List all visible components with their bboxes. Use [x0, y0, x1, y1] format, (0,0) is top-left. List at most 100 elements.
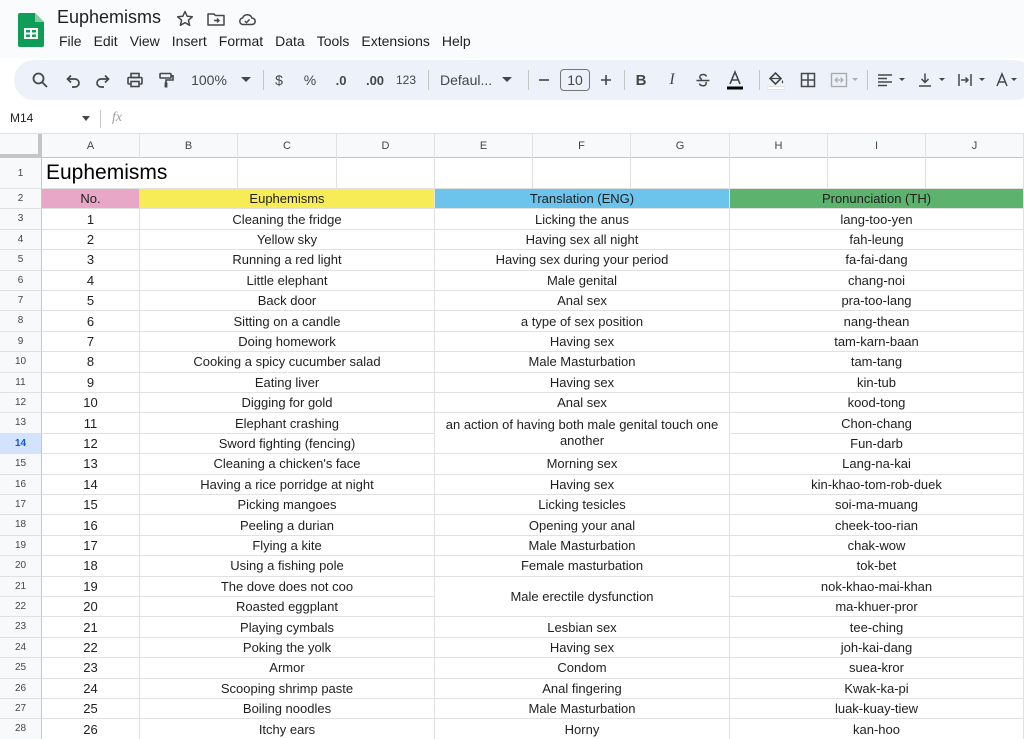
cell-pronunciation[interactable]: ma-khuer-pror: [730, 597, 1024, 618]
column-header-c[interactable]: C: [238, 134, 337, 158]
cell-euphemism[interactable]: Boiling noodles: [140, 699, 435, 720]
row-header-13[interactable]: 13: [0, 413, 42, 434]
column-header-e[interactable]: E: [435, 134, 533, 158]
row-header-25[interactable]: 25: [0, 658, 42, 679]
column-header-h[interactable]: H: [730, 134, 828, 158]
cell-translation[interactable]: Lesbian sex: [435, 617, 730, 638]
cell-pronunciation[interactable]: tee-ching: [730, 617, 1024, 638]
menu-file[interactable]: File: [57, 33, 88, 49]
menu-insert[interactable]: Insert: [166, 33, 213, 49]
cell-no[interactable]: 25: [42, 699, 140, 720]
cell-no[interactable]: 19: [42, 576, 140, 597]
cell-euphemism[interactable]: Cleaning the fridge: [140, 209, 435, 230]
currency-format-button[interactable]: $: [269, 60, 289, 100]
cell-euphemism[interactable]: The dove does not coo: [140, 576, 435, 597]
decrease-font-size-button[interactable]: [534, 60, 554, 100]
cell-translation[interactable]: Male Masturbation: [435, 699, 730, 720]
merge-cells-button[interactable]: [829, 60, 861, 100]
row-header-9[interactable]: 9: [0, 331, 42, 353]
cell-euphemism[interactable]: Cooking a spicy cucumber salad: [140, 352, 435, 373]
row-header-18[interactable]: 18: [0, 515, 42, 536]
cell-no[interactable]: 9: [42, 372, 140, 393]
undo-button[interactable]: [61, 60, 85, 100]
cell-no[interactable]: 21: [42, 617, 140, 638]
menu-help[interactable]: Help: [436, 33, 477, 49]
star-icon[interactable]: [175, 9, 195, 29]
cell-translation[interactable]: Having sex: [435, 331, 730, 353]
font-family-select[interactable]: Defaul...: [434, 60, 522, 100]
cell-pronunciation[interactable]: fa-fai-dang: [730, 250, 1024, 271]
cell-translation[interactable]: Horny: [435, 719, 730, 739]
move-to-folder-icon[interactable]: [206, 9, 226, 29]
cell-no[interactable]: 20: [42, 597, 140, 618]
row-header-1[interactable]: 1: [0, 158, 42, 189]
cell-pronunciation[interactable]: suea-kror: [730, 658, 1024, 679]
row-header-17[interactable]: 17: [0, 495, 42, 516]
cell-translation[interactable]: Morning sex: [435, 454, 730, 475]
cell-no[interactable]: 10: [42, 393, 140, 414]
row-header-16[interactable]: 16: [0, 474, 42, 495]
row-header-26[interactable]: 26: [0, 678, 42, 699]
cell-pronunciation[interactable]: chak-wow: [730, 535, 1024, 557]
redo-button[interactable]: [91, 60, 115, 100]
cell-translation[interactable]: Having sex all night: [435, 229, 730, 251]
row-header-14[interactable]: 14: [0, 433, 42, 455]
cell-no[interactable]: 23: [42, 658, 140, 679]
percent-format-button[interactable]: %: [300, 60, 320, 100]
cell-euphemism[interactable]: Roasted eggplant: [140, 597, 435, 618]
horizontal-align-button[interactable]: [876, 60, 910, 100]
row-header-22[interactable]: 22: [0, 597, 42, 618]
cell-no[interactable]: 4: [42, 270, 140, 291]
row-header-28[interactable]: 28: [0, 719, 42, 739]
header-pronunciation[interactable]: Pronunciation (TH): [730, 189, 1024, 210]
text-rotation-button[interactable]: [996, 60, 1020, 100]
cell-euphemism[interactable]: Sitting on a candle: [140, 311, 435, 332]
cell-pronunciation[interactable]: kin-khao-tom-rob-duek: [730, 474, 1024, 495]
cell-translation[interactable]: Male Masturbation: [435, 535, 730, 557]
cell-translation[interactable]: an action of having both male genital to…: [435, 413, 730, 455]
row-header-23[interactable]: 23: [0, 617, 42, 638]
row-header-3[interactable]: 3: [0, 209, 42, 230]
cell-pronunciation[interactable]: kin-tub: [730, 372, 1024, 393]
spreadsheet-grid[interactable]: A B C D E F G H I J 1 2 3 4 5 6 7 8 9 10 11 12 13 14 15 16 17 18 19 2…: [0, 134, 1024, 739]
cell-no[interactable]: 17: [42, 535, 140, 557]
cell-euphemism[interactable]: Peeling a durian: [140, 515, 435, 536]
cell-pronunciation[interactable]: nang-thean: [730, 311, 1024, 332]
row-header-7[interactable]: 7: [0, 291, 42, 312]
cell-pronunciation[interactable]: kood-tong: [730, 393, 1024, 414]
cell-no[interactable]: 12: [42, 433, 140, 455]
column-header-b[interactable]: B: [140, 134, 238, 158]
menu-tools[interactable]: Tools: [311, 33, 356, 49]
row-header-21[interactable]: 21: [0, 576, 42, 597]
cell[interactable]: [435, 158, 533, 189]
cell-translation[interactable]: Licking the anus: [435, 209, 730, 230]
cell-no[interactable]: 26: [42, 719, 140, 739]
cell-no[interactable]: 14: [42, 474, 140, 495]
paint-format-button[interactable]: [154, 60, 178, 100]
cloud-saved-icon[interactable]: [237, 9, 257, 29]
menu-extensions[interactable]: Extensions: [355, 33, 435, 49]
cell-euphemism[interactable]: Playing cymbals: [140, 617, 435, 638]
cell-translation[interactable]: Anal sex: [435, 393, 730, 414]
cell-pronunciation[interactable]: nok-khao-mai-khan: [730, 576, 1024, 597]
cell-pronunciation[interactable]: Kwak-ka-pi: [730, 678, 1024, 699]
cell-no[interactable]: 2: [42, 229, 140, 251]
cell-translation[interactable]: Having sex: [435, 474, 730, 495]
menu-edit[interactable]: Edit: [88, 33, 124, 49]
borders-button[interactable]: [797, 60, 819, 100]
row-header-10[interactable]: 10: [0, 352, 42, 373]
formula-input[interactable]: [140, 108, 1020, 130]
cell[interactable]: [533, 158, 631, 189]
cell-no[interactable]: 6: [42, 311, 140, 332]
search-menus-button[interactable]: [28, 60, 52, 100]
print-button[interactable]: [123, 60, 147, 100]
cell-no[interactable]: 11: [42, 413, 140, 434]
cell-euphemism[interactable]: Sword fighting (fencing): [140, 433, 435, 455]
sheets-logo-icon[interactable]: [18, 13, 44, 47]
cell-pronunciation[interactable]: chang-noi: [730, 270, 1024, 291]
column-header-f[interactable]: F: [533, 134, 631, 158]
column-header-d[interactable]: D: [337, 134, 435, 158]
increase-font-size-button[interactable]: [596, 60, 616, 100]
cell-translation[interactable]: Opening your anal: [435, 515, 730, 536]
cell-translation[interactable]: Having sex during your period: [435, 250, 730, 271]
